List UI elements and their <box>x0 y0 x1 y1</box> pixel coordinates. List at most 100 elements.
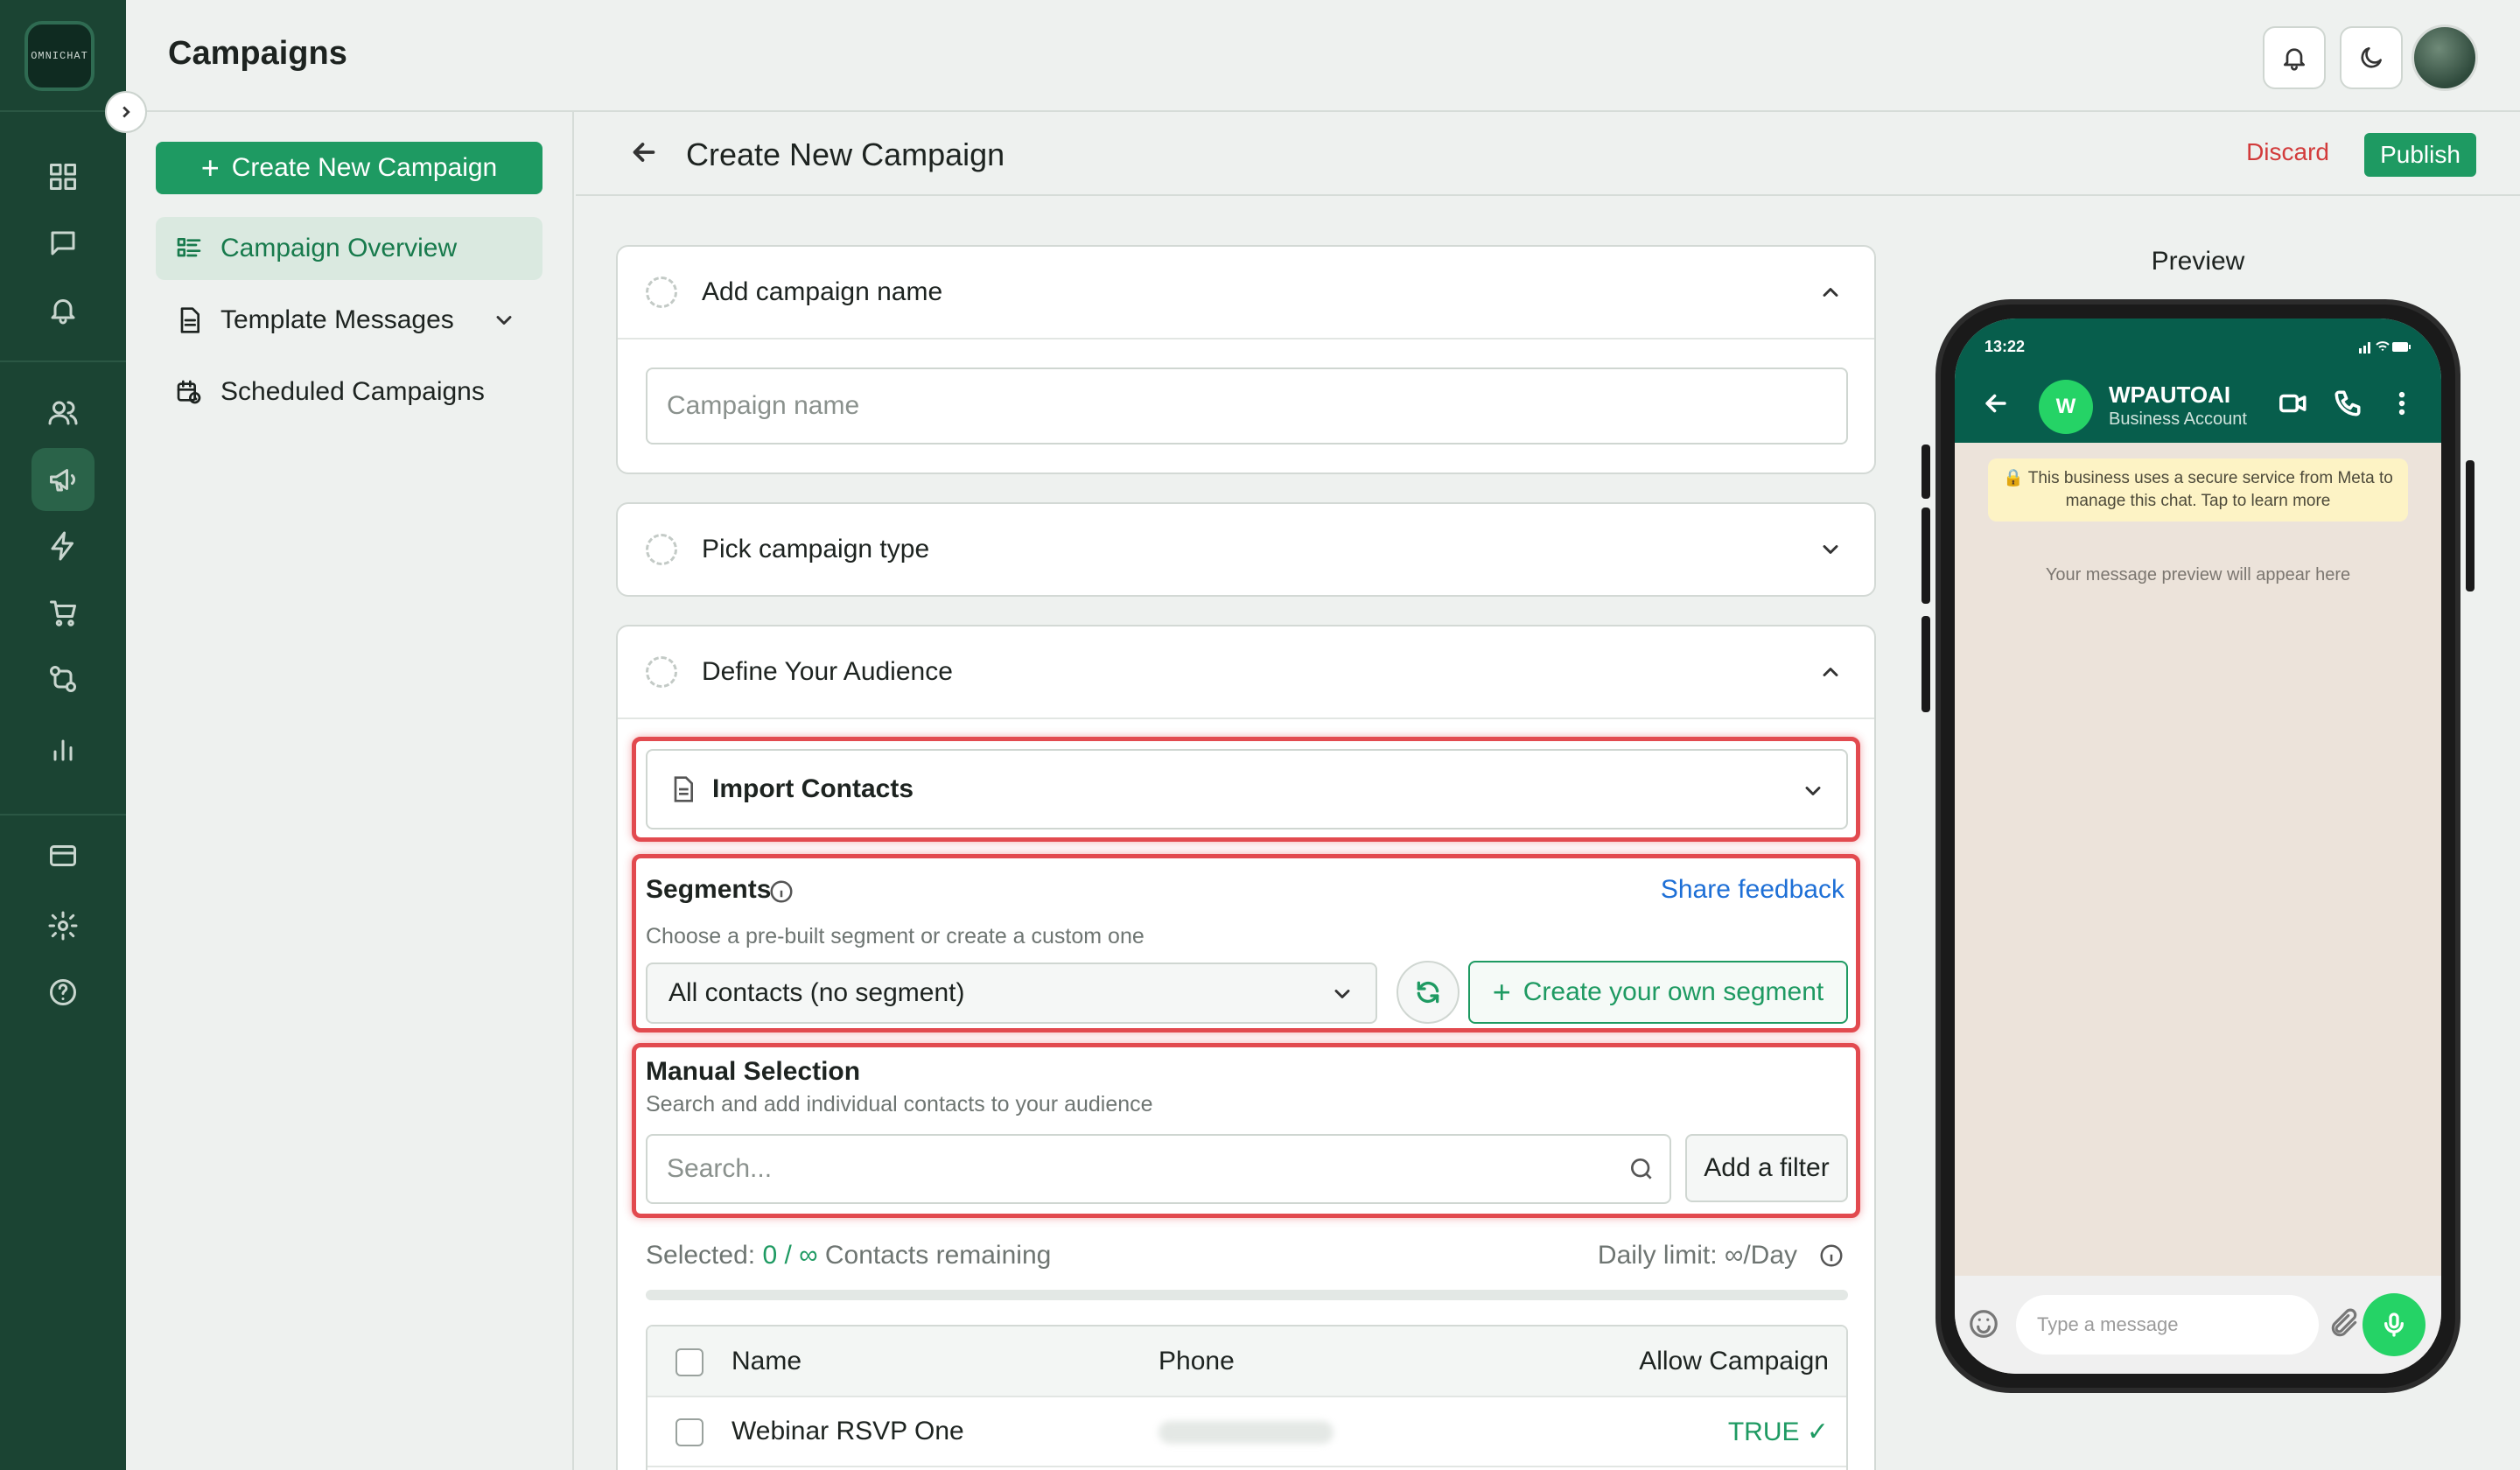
bell-icon <box>2284 48 2305 71</box>
chevron-down-icon[interactable] <box>1818 537 1843 562</box>
step-status-icon <box>646 534 677 565</box>
plus-icon: + <box>1492 974 1511 1010</box>
campaign-type-header[interactable]: Pick campaign type <box>618 504 1874 595</box>
settings-icon[interactable] <box>32 894 94 957</box>
campaign-subnav: + Create New Campaign Campaign Overview … <box>126 112 574 1470</box>
paperclip-icon <box>2331 1308 2357 1337</box>
table-row[interactable]: Webinar RSVP One TRUE ✓ <box>648 1396 1846 1467</box>
chevron-up-icon[interactable] <box>1818 280 1843 304</box>
status-icons <box>2359 338 2412 360</box>
phone-button <box>2466 460 2474 592</box>
megaphone-icon[interactable] <box>32 448 94 511</box>
more-options-button[interactable] <box>2387 388 2417 423</box>
flow-icon[interactable] <box>32 648 94 710</box>
info-icon[interactable] <box>1818 1242 1844 1269</box>
share-feedback-link[interactable]: Share feedback <box>1661 875 1844 905</box>
publish-button[interactable]: Publish <box>2364 133 2476 177</box>
attach-button[interactable] <box>2328 1307 2361 1345</box>
audience-card: Define Your Audience Import Contacts Seg… <box>616 625 1876 1470</box>
contact-name: Webinar RSVP One <box>732 1396 1158 1467</box>
nav-item-campaign-overview[interactable]: Campaign Overview <box>156 217 542 280</box>
preview-empty-text: Your message preview will appear here <box>2045 565 2351 584</box>
import-contacts-dropdown[interactable]: Import Contacts <box>646 749 1848 830</box>
back-button[interactable] <box>628 136 663 172</box>
dashboard-icon[interactable] <box>32 145 94 208</box>
segment-selected-value: All contacts (no segment) <box>668 978 965 1007</box>
message-input[interactable]: Type a message <box>2016 1295 2319 1354</box>
discard-button[interactable]: Discard <box>2246 138 2329 166</box>
bell-icon[interactable] <box>32 278 94 341</box>
security-notice[interactable]: 🔒 This business uses a secure service fr… <box>1988 458 2408 522</box>
notifications-button[interactable] <box>2263 26 2326 89</box>
phone-mockup: 13:22 W WPAUTOAI Business Account 🔒 This… <box>1922 299 2474 1393</box>
chat-icon[interactable] <box>32 212 94 275</box>
rail-divider <box>0 814 126 816</box>
campaign-name-input[interactable]: Campaign name <box>646 368 1848 444</box>
video-call-button[interactable] <box>2278 388 2308 423</box>
segment-select[interactable]: All contacts (no segment) <box>646 962 1377 1024</box>
main-header: Create New Campaign Discard Publish <box>576 112 2520 196</box>
billing-icon[interactable] <box>32 824 94 887</box>
logo-text: OMNICHAT <box>31 50 88 62</box>
campaign-type-card: Pick campaign type <box>616 502 1876 597</box>
contacts-table: Name Phone Allow Campaign Webinar RSVP O… <box>648 1326 1846 1467</box>
moon-icon <box>2361 47 2382 68</box>
row-checkbox[interactable] <box>676 1418 704 1447</box>
calendar-clock-icon <box>177 380 201 404</box>
segments-hint: Choose a pre-built segment or create a c… <box>646 924 1144 948</box>
info-icon[interactable] <box>768 878 794 905</box>
emoji-button[interactable] <box>1967 1307 2000 1345</box>
refresh-segments-button[interactable] <box>1396 961 1460 1024</box>
selected-prefix: Selected: <box>646 1241 756 1270</box>
cart-icon[interactable] <box>32 581 94 644</box>
column-header-allow-campaign: Allow Campaign <box>1526 1326 1846 1397</box>
refresh-icon <box>1417 981 1439 1004</box>
help-icon[interactable] <box>32 961 94 1024</box>
contacts-table-wrap: Name Phone Allow Campaign Webinar RSVP O… <box>646 1325 1848 1470</box>
create-button-label: Create New Campaign <box>231 153 498 182</box>
voice-call-button[interactable] <box>2333 388 2362 423</box>
list-icon <box>177 238 201 257</box>
chevron-down-icon <box>1330 982 1354 1013</box>
analytics-icon[interactable] <box>32 718 94 780</box>
contact-search-input[interactable]: Search... <box>646 1134 1671 1204</box>
campaign-name-header[interactable]: Add campaign name <box>618 247 1874 338</box>
select-all-checkbox[interactable] <box>676 1348 704 1376</box>
chevron-up-icon[interactable] <box>1818 660 1843 684</box>
add-filter-button[interactable]: Add a filter <box>1685 1134 1848 1202</box>
contact-avatar: W <box>2039 380 2093 434</box>
document-icon <box>674 776 693 802</box>
nav-item-scheduled-campaigns[interactable]: Scheduled Campaigns <box>156 360 542 424</box>
microphone-icon <box>2384 1312 2404 1337</box>
create-segment-button[interactable]: + Create your own segment <box>1468 961 1848 1024</box>
status-time: 13:22 <box>1984 338 2026 355</box>
app-logo[interactable]: OMNICHAT <box>24 21 94 91</box>
daily-limit: Daily limit: ∞/Day <box>1597 1241 1797 1270</box>
contacts-icon[interactable] <box>32 382 94 444</box>
redacted-phone <box>1158 1421 1334 1445</box>
theme-toggle-button[interactable] <box>2340 26 2403 89</box>
section-title: Pick campaign type <box>702 535 930 564</box>
manual-selection-title: Manual Selection <box>646 1057 861 1086</box>
contacts-remaining-label: Contacts remaining <box>824 1241 1052 1270</box>
chat-back-button[interactable] <box>1981 388 2011 423</box>
create-new-campaign-button[interactable]: + Create New Campaign <box>156 142 542 194</box>
segments-label: Segments <box>646 875 772 904</box>
lightning-icon[interactable] <box>32 514 94 578</box>
audience-header[interactable]: Define Your Audience <box>618 626 1874 718</box>
chat-input-bar: Type a message <box>1955 1276 2441 1374</box>
search-icon <box>1631 1158 1652 1180</box>
video-icon <box>2279 394 2306 413</box>
nav-item-template-messages[interactable]: Template Messages <box>156 289 542 352</box>
microphone-button[interactable] <box>2362 1293 2426 1356</box>
input-placeholder: Type a message <box>2037 1313 2179 1335</box>
input-placeholder: Search... <box>667 1154 773 1183</box>
rail-divider <box>0 360 126 362</box>
page-title: Create New Campaign <box>686 136 1005 172</box>
emoji-icon <box>1970 1310 1998 1338</box>
allow-campaign-value: TRUE ✓ <box>1526 1396 1846 1467</box>
audience-body: Import Contacts Segments Share feedback … <box>618 718 1874 1470</box>
nav-item-label: Scheduled Campaigns <box>220 377 485 406</box>
sidebar-collapse-button[interactable] <box>105 91 147 133</box>
user-avatar[interactable] <box>2412 24 2478 91</box>
